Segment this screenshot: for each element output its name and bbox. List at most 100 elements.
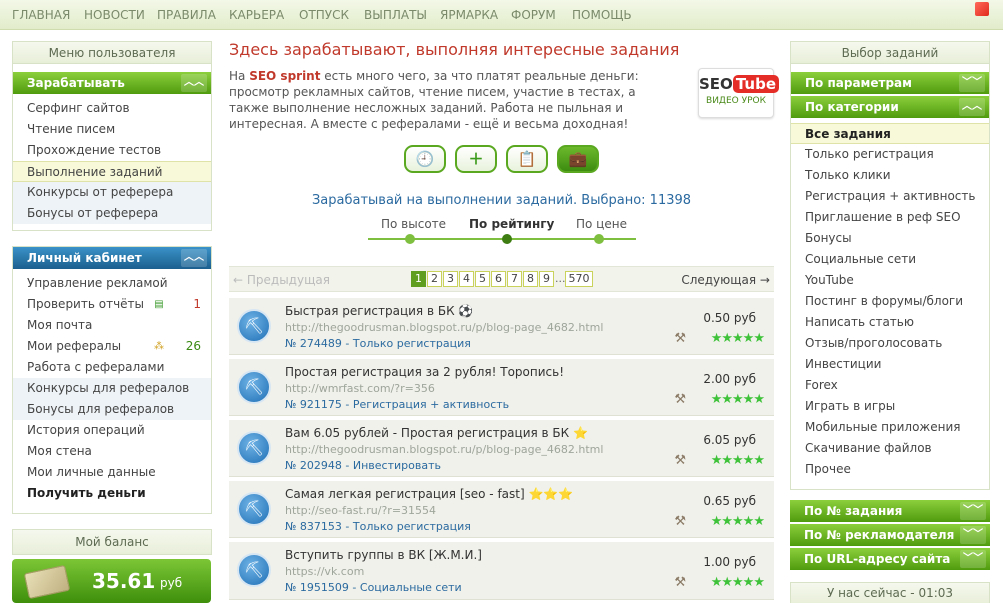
nav-payouts[interactable]: ВЫПЛАТЫ xyxy=(364,8,427,22)
page-9[interactable]: 9 xyxy=(539,271,554,287)
chevron-down-icon[interactable]: ﹀﹀ xyxy=(960,550,986,568)
menu-item-referrer-bonuses[interactable]: Бонусы от реферера xyxy=(13,203,211,224)
sort-dot-price[interactable] xyxy=(594,234,604,244)
menu-item-check-reports[interactable]: Проверить отчёты ▤ 1 xyxy=(13,294,211,315)
chevron-up-icon[interactable]: ︿︿ xyxy=(959,98,985,116)
category-item[interactable]: Forex xyxy=(791,375,989,396)
task-meta[interactable]: № 202948 - Инвестировать xyxy=(285,459,441,472)
hammer-icon[interactable]: ⚒ xyxy=(674,392,686,407)
menu-item-get-money[interactable]: Получить деньги xyxy=(13,483,211,504)
earn-section-header[interactable]: Зарабатывать ︿︿ xyxy=(13,72,211,94)
task-title[interactable]: Быстрая регистрация в БК ⚽ xyxy=(285,304,473,318)
nav-help[interactable]: ПОМОЩЬ xyxy=(572,8,632,22)
category-item[interactable]: Прочее xyxy=(791,459,989,480)
category-item[interactable]: Инвестиции xyxy=(791,354,989,375)
sort-by-price[interactable]: По цене xyxy=(576,217,627,231)
nav-forum[interactable]: ФОРУМ xyxy=(511,8,556,22)
task-row[interactable]: ⛏ Вам 6.05 рублей - Простая регистрация … xyxy=(229,420,774,477)
menu-item-surfing[interactable]: Серфинг сайтов xyxy=(13,98,211,119)
sort-dot-height[interactable] xyxy=(405,234,415,244)
filter-by-params[interactable]: По параметрам ﹀﹀ xyxy=(791,72,989,94)
category-item[interactable]: Мобильные приложения xyxy=(791,417,989,438)
page-5[interactable]: 5 xyxy=(475,271,490,287)
menu-item-personal-data[interactable]: Мои личные данные xyxy=(13,462,211,483)
menu-item-tests[interactable]: Прохождение тестов xyxy=(13,140,211,161)
task-meta[interactable]: № 1951509 - Социальные сети xyxy=(285,581,462,594)
task-row[interactable]: ⛏ Самая легкая регистрация [seo - fast] … xyxy=(229,481,774,538)
chevron-down-icon[interactable]: ﹀﹀ xyxy=(960,526,986,544)
category-item[interactable]: Приглашение в реф SEO xyxy=(791,207,989,228)
page-last[interactable]: 570 xyxy=(565,271,593,287)
balance-panel[interactable]: 35.61 руб xyxy=(12,559,211,603)
hammer-icon[interactable]: ⚒ xyxy=(674,331,686,346)
hammer-icon[interactable]: ⚒ xyxy=(674,453,686,468)
nav-news[interactable]: НОВОСТИ xyxy=(84,8,145,22)
task-meta[interactable]: № 921175 - Регистрация + активность xyxy=(285,398,509,411)
menu-item-manage-ads[interactable]: Управление рекламой xyxy=(13,273,211,294)
filter-by-task-number[interactable]: По № задания ﹀﹀ xyxy=(790,500,990,522)
task-row[interactable]: ⛏ Вступить группы в ВК [Ж.М.И.] https://… xyxy=(229,542,774,600)
menu-item-my-wall[interactable]: Моя стена xyxy=(13,441,211,462)
nav-rules[interactable]: ПРАВИЛА xyxy=(157,8,216,22)
chevron-down-icon[interactable]: ﹀﹀ xyxy=(959,74,985,92)
filter-by-url[interactable]: По URL-адресу сайта ﹀﹀ xyxy=(790,548,990,570)
filter-by-advertiser[interactable]: По № рекламодателя ﹀﹀ xyxy=(790,524,990,546)
menu-item-referral-bonuses[interactable]: Бонусы для рефералов xyxy=(13,399,211,420)
category-item[interactable]: Бонусы xyxy=(791,228,989,249)
task-title[interactable]: Самая легкая регистрация [seo - fast] ⭐⭐… xyxy=(285,487,573,501)
cabinet-section-header[interactable]: Личный кабинет ︿︿ xyxy=(13,247,211,269)
category-item[interactable]: Только регистрация xyxy=(791,144,989,165)
hammer-icon[interactable]: ⚒ xyxy=(674,514,686,529)
menu-item-my-referrals[interactable]: Мои рефералы ⁂ 26 xyxy=(13,336,211,357)
page-7[interactable]: 7 xyxy=(507,271,522,287)
task-title[interactable]: Вступить группы в ВК [Ж.М.И.] xyxy=(285,548,482,562)
nav-career[interactable]: КАРЬЕРА xyxy=(229,8,284,22)
category-item[interactable]: Играть в игры xyxy=(791,396,989,417)
page-1[interactable]: 1 xyxy=(411,271,426,287)
menu-item-referral-contests[interactable]: Конкурсы для рефералов xyxy=(13,378,211,399)
menu-item-my-mail[interactable]: Моя почта xyxy=(13,315,211,336)
nav-fair[interactable]: ЯРМАРКА xyxy=(440,8,498,22)
page-8[interactable]: 8 xyxy=(523,271,538,287)
page-4[interactable]: 4 xyxy=(459,271,474,287)
sort-by-height[interactable]: По высоте xyxy=(381,217,446,231)
category-item[interactable]: Отзыв/проголосовать xyxy=(791,333,989,354)
category-item[interactable]: Постинг в форумы/блоги xyxy=(791,291,989,312)
next-page-link[interactable]: Следующая → xyxy=(681,273,770,287)
task-meta[interactable]: № 837153 - Только регистрация xyxy=(285,520,471,533)
menu-item-referrer-contests[interactable]: Конкурсы от реферера xyxy=(13,182,211,203)
nav-vacation[interactable]: ОТПУСК xyxy=(299,8,349,22)
category-item[interactable]: Скачивание файлов xyxy=(791,438,989,459)
clock-tool-button[interactable]: 🕘 xyxy=(404,145,446,173)
hammer-icon[interactable]: ⚒ xyxy=(674,575,686,590)
chevron-up-icon[interactable]: ︿︿ xyxy=(181,74,207,92)
category-item[interactable]: Только клики xyxy=(791,165,989,186)
page-3[interactable]: 3 xyxy=(443,271,458,287)
filter-by-category[interactable]: По категории ︿︿ xyxy=(791,96,989,118)
chevron-up-icon[interactable]: ︿︿ xyxy=(181,249,207,267)
sort-dot-rating[interactable] xyxy=(502,234,512,244)
menu-item-history[interactable]: История операций xyxy=(13,420,211,441)
add-task-button[interactable]: ＋ xyxy=(455,145,497,173)
category-all[interactable]: Все задания xyxy=(791,123,989,144)
task-meta[interactable]: № 274489 - Только регистрация xyxy=(285,337,471,350)
briefcase-tool-button[interactable]: 💼 xyxy=(557,145,599,173)
task-title[interactable]: Вам 6.05 рублей - Простая регистрация в … xyxy=(285,426,588,440)
category-item[interactable]: Написать статью xyxy=(791,312,989,333)
menu-item-referral-work[interactable]: Работа с рефералами xyxy=(13,357,211,378)
task-row[interactable]: ⛏ Быстрая регистрация в БК ⚽ http://theg… xyxy=(229,298,774,355)
task-title[interactable]: Простая регистрация за 2 рубля! Торопись… xyxy=(285,365,564,379)
seotube-video-button[interactable]: SEO Tube ВИДЕО УРОК xyxy=(698,68,779,118)
category-item[interactable]: YouTube xyxy=(791,270,989,291)
corner-icon[interactable] xyxy=(975,2,989,16)
category-item[interactable]: Регистрация + активность xyxy=(791,186,989,207)
page-6[interactable]: 6 xyxy=(491,271,506,287)
clipboard-tool-button[interactable]: 📋 xyxy=(506,145,548,173)
menu-item-tasks[interactable]: Выполнение заданий xyxy=(13,161,211,182)
nav-home[interactable]: ГЛАВНАЯ xyxy=(12,8,70,22)
page-2[interactable]: 2 xyxy=(427,271,442,287)
chevron-down-icon[interactable]: ﹀﹀ xyxy=(960,502,986,520)
sort-by-rating[interactable]: По рейтингу xyxy=(469,217,554,231)
menu-item-read-mail[interactable]: Чтение писем xyxy=(13,119,211,140)
task-row[interactable]: ⛏ Простая регистрация за 2 рубля! Торопи… xyxy=(229,359,774,416)
